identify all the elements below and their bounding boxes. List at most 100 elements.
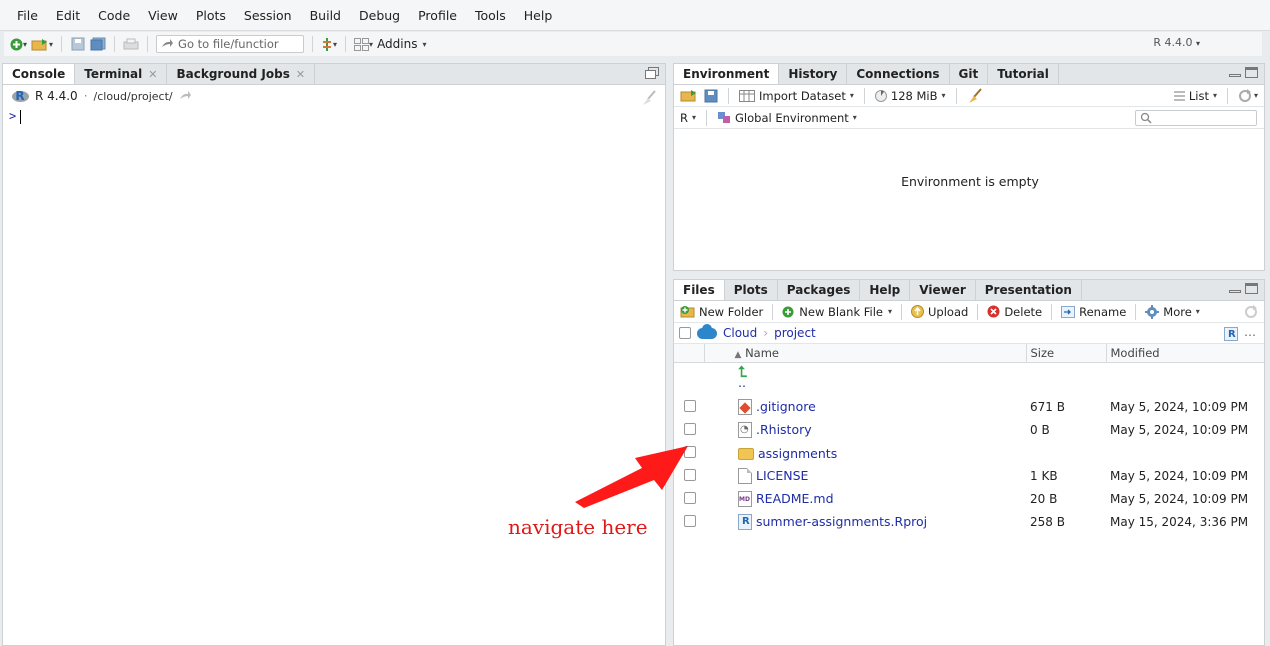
tab-terminal[interactable]: Terminal ✕ bbox=[75, 64, 168, 84]
environment-empty-message: Environment is empty bbox=[901, 174, 1039, 189]
row-checkbox[interactable] bbox=[684, 422, 696, 435]
tab-label: Files bbox=[683, 283, 715, 297]
rename-button[interactable]: Rename bbox=[1061, 305, 1126, 319]
broom-icon[interactable] bbox=[967, 87, 983, 104]
save-workspace-icon[interactable] bbox=[704, 89, 718, 103]
menu-plots[interactable]: Plots bbox=[187, 8, 235, 23]
refresh-env-button[interactable]: ▾ bbox=[1238, 88, 1258, 103]
import-dataset-button[interactable]: Import Dataset ▾ bbox=[739, 89, 854, 103]
maximize-icon[interactable] bbox=[1245, 67, 1258, 78]
menu-file[interactable]: File bbox=[8, 8, 47, 23]
chevron-down-icon: ▾ bbox=[1253, 91, 1258, 100]
table-row[interactable]: assignments bbox=[674, 442, 1264, 465]
menu-build[interactable]: Build bbox=[301, 8, 350, 23]
table-row[interactable]: .Rhistory 0 B May 5, 2024, 10:09 PM bbox=[674, 419, 1264, 442]
environment-search-input[interactable] bbox=[1135, 110, 1257, 126]
table-row[interactable]: .gitignore 671 B May 5, 2024, 10:09 PM bbox=[674, 396, 1264, 419]
go-to-dir-icon[interactable] bbox=[179, 91, 191, 101]
name-column-header[interactable]: ▲ Name bbox=[704, 344, 1027, 363]
delete-button[interactable]: Delete bbox=[987, 305, 1042, 319]
menu-profile[interactable]: Profile bbox=[409, 8, 466, 23]
file-size: 20 B bbox=[1030, 492, 1058, 506]
menu-tools[interactable]: Tools bbox=[466, 8, 515, 23]
tab-connections[interactable]: Connections bbox=[847, 64, 950, 84]
r-version-menu[interactable]: R 4.4.0 ▾ bbox=[1153, 36, 1200, 49]
file-name-link[interactable]: README.md bbox=[704, 488, 1026, 511]
tab-background-jobs[interactable]: Background Jobs ✕ bbox=[167, 64, 316, 84]
close-icon[interactable]: ✕ bbox=[148, 68, 157, 81]
memory-usage-button[interactable]: 128 MiB ▾ bbox=[874, 89, 946, 103]
minimize-icon[interactable] bbox=[1229, 290, 1241, 293]
tab-packages[interactable]: Packages bbox=[778, 280, 861, 300]
load-workspace-icon[interactable] bbox=[680, 89, 698, 102]
breadcrumb-cloud[interactable]: Cloud bbox=[723, 326, 757, 340]
restore-icon[interactable] bbox=[645, 67, 659, 79]
tab-tutorial[interactable]: Tutorial bbox=[988, 64, 1059, 84]
console-input-area[interactable]: > bbox=[3, 107, 665, 126]
goto-file-input[interactable]: Go to file/functior bbox=[156, 35, 305, 53]
tab-presentation[interactable]: Presentation bbox=[976, 280, 1082, 300]
environment-cube-icon bbox=[718, 112, 731, 123]
more-menu[interactable]: More ▾ bbox=[1145, 304, 1200, 319]
size-column-header[interactable]: Size bbox=[1026, 344, 1107, 363]
new-blank-file-button[interactable]: New Blank File ▾ bbox=[782, 305, 892, 319]
table-row[interactable]: summer-assignments.Rproj 258 B May 15, 2… bbox=[674, 511, 1264, 534]
menu-help[interactable]: Help bbox=[515, 8, 562, 23]
environment-scope-select[interactable]: Global Environment ▾ bbox=[717, 111, 857, 125]
toolbar-divider bbox=[863, 87, 865, 104]
close-icon[interactable]: ✕ bbox=[296, 68, 305, 81]
table-row[interactable]: README.md 20 B May 5, 2024, 10:09 PM bbox=[674, 488, 1264, 511]
addins-menu[interactable]: Addins ▾ bbox=[377, 37, 426, 51]
tab-files[interactable]: Files bbox=[674, 280, 725, 300]
new-file-button[interactable]: ▾ bbox=[10, 35, 27, 53]
maximize-icon[interactable] bbox=[1245, 283, 1258, 294]
folder-name-link[interactable]: assignments bbox=[704, 442, 1026, 465]
toolbar-divider bbox=[147, 36, 149, 52]
table-row-parent[interactable]: ⮤.. bbox=[674, 362, 1264, 396]
new-folder-button[interactable]: New Folder bbox=[680, 305, 763, 319]
upload-button[interactable]: Upload bbox=[911, 305, 968, 319]
console-working-dir: /cloud/project/ bbox=[93, 89, 173, 103]
console-prompt: > bbox=[9, 109, 17, 123]
broom-icon[interactable] bbox=[641, 90, 657, 106]
open-file-button[interactable]: ▾ bbox=[31, 35, 53, 53]
pane-layout-button[interactable]: ▾ bbox=[354, 35, 373, 53]
language-select[interactable]: R ▾ bbox=[680, 111, 696, 125]
menu-debug[interactable]: Debug bbox=[350, 8, 409, 23]
file-name-link[interactable]: summer-assignments.Rproj bbox=[704, 511, 1026, 534]
rproj-icon[interactable] bbox=[1224, 326, 1238, 341]
row-checkbox[interactable] bbox=[684, 514, 696, 527]
minimize-icon[interactable] bbox=[1229, 74, 1241, 77]
tab-environment[interactable]: Environment bbox=[674, 64, 780, 84]
tab-label: Plots bbox=[733, 283, 768, 297]
save-all-button[interactable] bbox=[90, 35, 106, 53]
save-button[interactable] bbox=[70, 35, 86, 53]
import-dataset-label: Import Dataset bbox=[759, 88, 846, 103]
breadcrumb-project[interactable]: project bbox=[774, 326, 816, 340]
file-name-link[interactable]: .gitignore bbox=[704, 396, 1026, 419]
tab-plots[interactable]: Plots bbox=[725, 280, 778, 300]
list-view-menu[interactable]: List ▾ bbox=[1173, 89, 1217, 103]
more-options-icon[interactable]: … bbox=[1244, 325, 1256, 339]
gear-icon bbox=[1145, 304, 1160, 319]
menu-code[interactable]: Code bbox=[89, 8, 139, 23]
print-button[interactable] bbox=[123, 35, 139, 53]
menu-edit[interactable]: Edit bbox=[47, 8, 89, 23]
table-row[interactable]: LICENSE 1 KB May 5, 2024, 10:09 PM bbox=[674, 465, 1264, 488]
environment-pane: Environment History Connections Git Tuto… bbox=[673, 63, 1265, 271]
file-name-link[interactable]: .Rhistory bbox=[704, 419, 1026, 442]
row-checkbox[interactable] bbox=[684, 399, 696, 412]
tab-help[interactable]: Help bbox=[860, 280, 911, 300]
select-all-checkbox[interactable] bbox=[679, 327, 691, 339]
tab-git[interactable]: Git bbox=[950, 64, 989, 84]
menu-view[interactable]: View bbox=[139, 8, 187, 23]
modified-column-header[interactable]: Modified bbox=[1106, 344, 1264, 363]
tab-history[interactable]: History bbox=[779, 64, 848, 84]
vcs-button[interactable]: ▾ bbox=[321, 35, 337, 53]
menu-session[interactable]: Session bbox=[235, 8, 301, 23]
tab-console[interactable]: Console bbox=[3, 64, 76, 84]
parent-dir-link[interactable]: ⮤.. bbox=[704, 362, 1026, 396]
file-name-link[interactable]: LICENSE bbox=[704, 465, 1026, 488]
tab-viewer[interactable]: Viewer bbox=[910, 280, 976, 300]
refresh-icon[interactable] bbox=[1244, 304, 1258, 319]
